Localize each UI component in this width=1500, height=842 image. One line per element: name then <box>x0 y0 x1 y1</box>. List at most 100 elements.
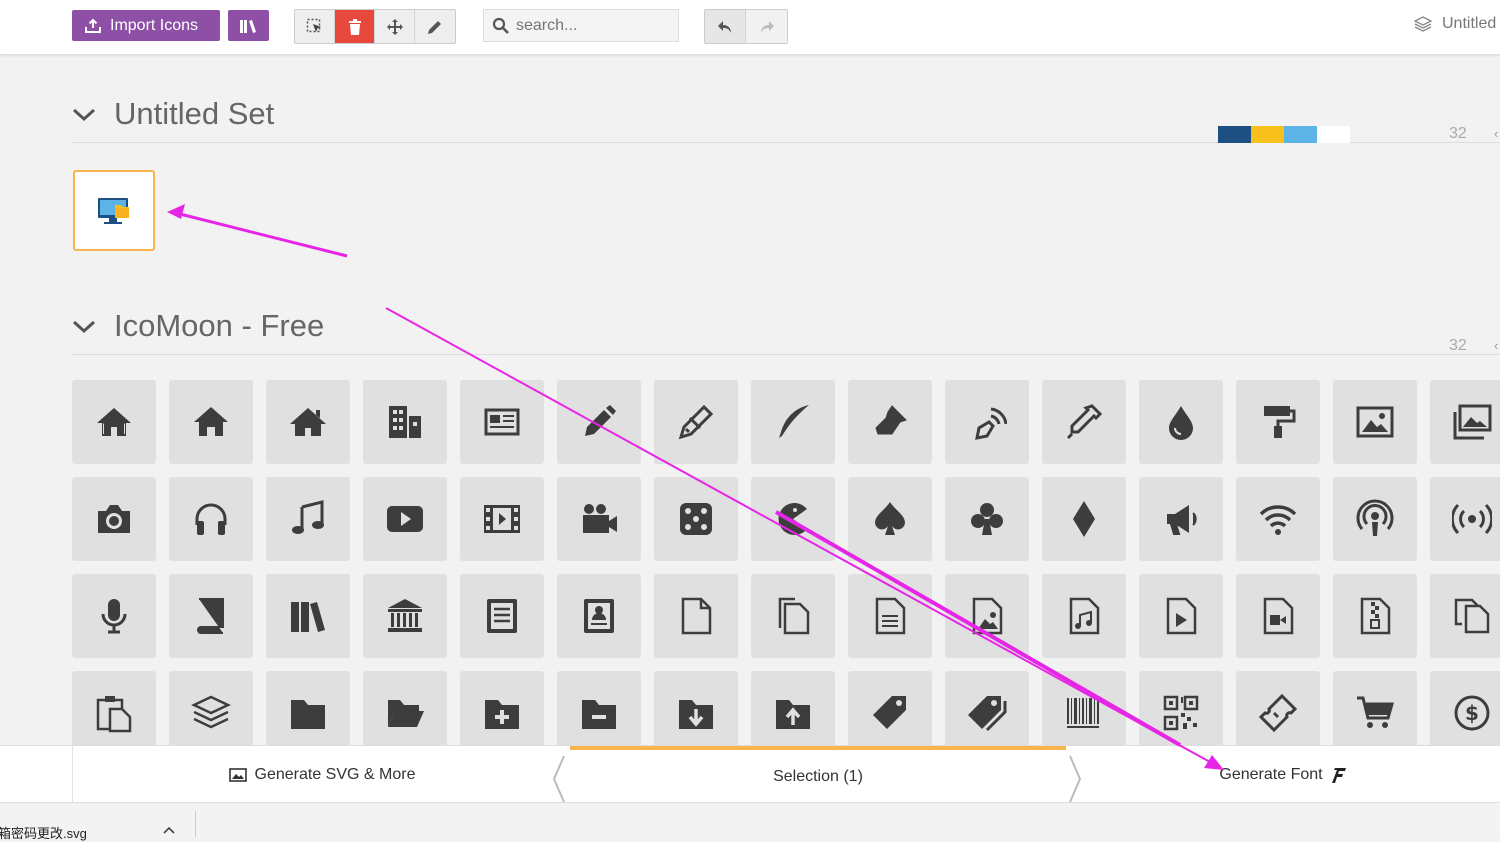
undo-button[interactable] <box>705 10 746 43</box>
palette-swatch[interactable] <box>1284 126 1317 143</box>
selected-icon-tile[interactable] <box>73 170 155 251</box>
icon-tile[interactable] <box>654 671 738 750</box>
search-box[interactable] <box>483 9 679 42</box>
icon-tile[interactable] <box>1236 477 1320 561</box>
set-icon-size[interactable]: 32 <box>1449 337 1467 355</box>
icon-tile[interactable] <box>848 477 932 561</box>
icon-tile[interactable] <box>72 380 156 464</box>
icon-tile[interactable] <box>654 380 738 464</box>
project-selector[interactable]: Untitled <box>1414 15 1496 33</box>
icon-tile[interactable] <box>848 574 932 658</box>
icon-tile[interactable] <box>654 477 738 561</box>
icon-tile[interactable] <box>72 477 156 561</box>
icon-tile[interactable] <box>1333 671 1417 750</box>
icon-tile[interactable] <box>1042 671 1126 750</box>
file-picture-icon <box>972 597 1003 635</box>
icon-tile[interactable] <box>751 574 835 658</box>
icon-tile[interactable] <box>751 477 835 561</box>
icon-tile[interactable] <box>363 477 447 561</box>
icon-tile[interactable] <box>169 380 253 464</box>
icon-tile[interactable] <box>72 671 156 750</box>
download-bar: 箱密码更改.svg <box>0 802 1500 841</box>
icon-tile[interactable] <box>460 380 544 464</box>
palette-swatch[interactable] <box>1317 126 1350 143</box>
icon-tile[interactable] <box>1430 380 1500 464</box>
set-icon-size[interactable]: 32 <box>1449 125 1467 143</box>
icon-tile[interactable] <box>945 574 1029 658</box>
project-name: Untitled <box>1442 15 1497 32</box>
set-menu-icon[interactable]: ‹ <box>1494 338 1498 353</box>
pacman-icon <box>778 503 807 535</box>
icon-tile[interactable] <box>266 574 350 658</box>
chevron-up-icon[interactable] <box>162 825 176 835</box>
icon-tile[interactable] <box>363 574 447 658</box>
icon-tile[interactable] <box>1042 477 1126 561</box>
icon-tile[interactable] <box>1139 380 1223 464</box>
icon-tile[interactable] <box>1430 574 1500 658</box>
icon-tile[interactable] <box>557 477 641 561</box>
icon-tile[interactable] <box>751 671 835 750</box>
icon-tile[interactable] <box>1333 477 1417 561</box>
icon-tile[interactable] <box>363 671 447 750</box>
divider <box>195 811 196 837</box>
icon-tile[interactable] <box>460 671 544 750</box>
video-camera-icon <box>583 504 617 533</box>
icon-tile[interactable] <box>1430 477 1500 561</box>
icon-tile[interactable] <box>72 574 156 658</box>
icon-tile[interactable] <box>557 380 641 464</box>
icon-tile[interactable] <box>557 574 641 658</box>
play-icon <box>387 506 423 532</box>
library-button[interactable] <box>228 10 269 41</box>
trash-icon <box>348 18 361 35</box>
import-icons-button[interactable]: Import Icons <box>72 10 220 41</box>
icon-tile[interactable] <box>169 671 253 750</box>
set-header-icomoon-free[interactable]: IcoMoon - Free 32 ‹ <box>72 308 1500 355</box>
select-tool-button[interactable] <box>295 10 335 43</box>
icon-tile[interactable] <box>1333 574 1417 658</box>
icon-tile[interactable] <box>1139 671 1223 750</box>
layers-icon <box>1414 16 1432 32</box>
icon-tile[interactable] <box>1042 574 1126 658</box>
icon-tile[interactable] <box>1236 380 1320 464</box>
icon-tile[interactable] <box>363 380 447 464</box>
icon-tile[interactable] <box>1139 574 1223 658</box>
icon-tile[interactable] <box>266 477 350 561</box>
generate-font-button[interactable]: Generate Font <box>1066 746 1500 803</box>
icon-tile[interactable] <box>654 574 738 658</box>
palette-swatch[interactable] <box>1218 126 1251 143</box>
icon-tile[interactable] <box>557 671 641 750</box>
icon-tile[interactable] <box>169 574 253 658</box>
icon-tile[interactable]: $ <box>1430 671 1500 750</box>
delete-tool-button[interactable] <box>335 10 375 43</box>
icon-tile[interactable] <box>751 380 835 464</box>
home-icon <box>97 408 131 436</box>
icon-tile[interactable] <box>945 380 1029 464</box>
icon-tile[interactable] <box>460 574 544 658</box>
move-tool-button[interactable] <box>375 10 415 43</box>
download-item[interactable]: 箱密码更改.svg <box>0 823 87 842</box>
icon-tile[interactable] <box>266 380 350 464</box>
icon-tile[interactable] <box>1333 380 1417 464</box>
icon-tile[interactable] <box>460 477 544 561</box>
palette-swatch[interactable] <box>1251 126 1284 143</box>
edit-mode-toolbar <box>294 9 456 44</box>
icon-tile[interactable] <box>1236 671 1320 750</box>
icon-tile[interactable] <box>848 380 932 464</box>
icon-tile[interactable] <box>848 671 932 750</box>
icon-tile[interactable] <box>1139 477 1223 561</box>
icon-tile[interactable] <box>266 671 350 750</box>
redo-button[interactable] <box>746 10 787 43</box>
set-menu-icon[interactable]: ‹ <box>1494 126 1498 141</box>
edit-tool-button[interactable] <box>415 10 455 43</box>
icon-tile[interactable] <box>945 477 1029 561</box>
generate-svg-button[interactable]: Generate SVG & More <box>72 746 571 803</box>
icon-tile[interactable] <box>169 477 253 561</box>
color-palette[interactable] <box>1218 126 1350 143</box>
podcast-icon <box>1356 499 1394 536</box>
search-input[interactable] <box>516 16 666 35</box>
selection-tab[interactable]: Selection (1) <box>570 746 1066 803</box>
icon-tile[interactable] <box>1042 380 1126 464</box>
icon-tile[interactable] <box>945 671 1029 750</box>
cart-icon <box>1357 696 1394 728</box>
icon-tile[interactable] <box>1236 574 1320 658</box>
